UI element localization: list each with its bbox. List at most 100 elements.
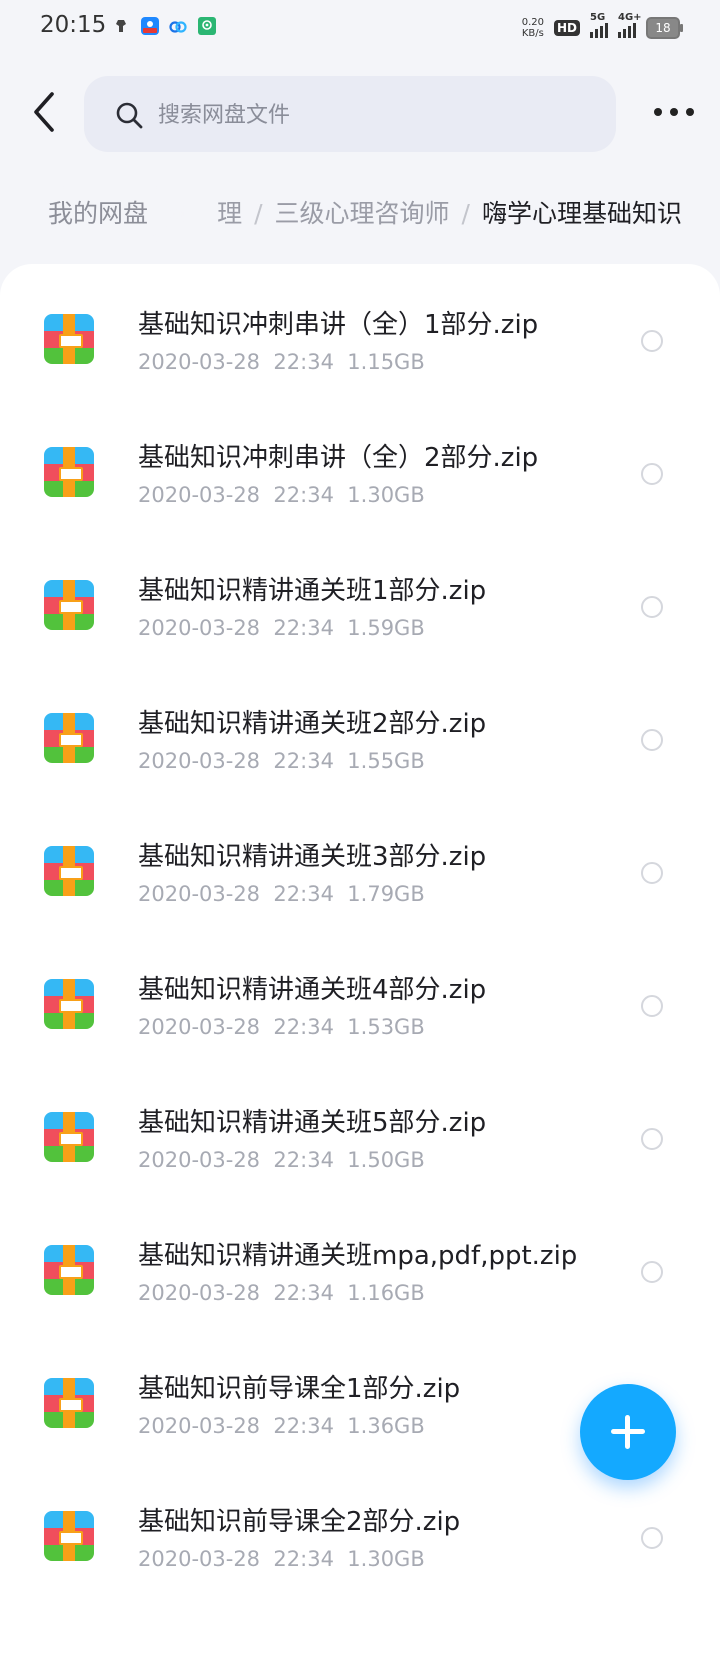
zip-archive-icon — [44, 314, 94, 364]
sim2-label: 4G+ — [618, 12, 642, 23]
zip-archive-icon — [44, 1245, 94, 1295]
file-date: 2020-03-28 — [138, 1015, 261, 1039]
file-row[interactable]: 基础知识精讲通关班mpa,pdf,ppt.zip 2020-03-28 22:3… — [0, 1195, 720, 1328]
net-speed-value: 0.20 — [521, 17, 544, 28]
file-size: 1.53GB — [347, 1015, 425, 1039]
file-meta: 2020-03-28 22:34 1.30GB — [138, 483, 425, 507]
file-meta: 2020-03-28 22:34 1.30GB — [138, 1547, 425, 1571]
breadcrumb-item[interactable]: 理 — [217, 199, 242, 228]
zip-archive-icon — [44, 713, 94, 763]
file-size: 1.30GB — [347, 1547, 425, 1571]
file-meta: 2020-03-28 22:34 1.36GB — [138, 1414, 425, 1438]
search-icon — [116, 102, 143, 129]
select-radio[interactable] — [641, 1128, 663, 1150]
hd-badge: HD — [553, 20, 580, 36]
file-name: 基础知识前导课全1部分.zip — [138, 1374, 461, 1404]
file-meta: 2020-03-28 22:34 1.53GB — [138, 1015, 425, 1039]
file-meta: 2020-03-28 22:34 1.59GB — [138, 616, 425, 640]
breadcrumb-home[interactable]: 我的网盘 — [32, 192, 165, 236]
file-row[interactable]: 基础知识前导课全2部分.zip 2020-03-28 22:34 1.30GB — [0, 1461, 720, 1594]
select-radio[interactable] — [641, 596, 663, 618]
file-time: 22:34 — [273, 1547, 334, 1571]
file-date: 2020-03-28 — [138, 1547, 261, 1571]
breadcrumb: 理 / 三级心理咨询师 / 嗨学心理基础知识 我的网盘 — [0, 186, 720, 242]
file-row[interactable]: 基础知识精讲通关班4部分.zip 2020-03-28 22:34 1.53GB — [0, 929, 720, 1062]
file-name: 基础知识精讲通关班1部分.zip — [138, 576, 487, 606]
file-row[interactable]: 基础知识冲刺串讲（全）1部分.zip 2020-03-28 22:34 1.15… — [0, 264, 720, 397]
file-name: 基础知识冲刺串讲（全）1部分.zip — [138, 310, 539, 340]
file-meta: 2020-03-28 22:34 1.55GB — [138, 749, 425, 773]
signal-5g-icon: 5G — [590, 12, 608, 38]
chevron-left-icon — [34, 92, 54, 132]
file-size: 1.55GB — [347, 749, 425, 773]
file-date: 2020-03-28 — [138, 882, 261, 906]
file-row[interactable]: 基础知识精讲通关班5部分.zip 2020-03-28 22:34 1.50GB — [0, 1062, 720, 1195]
file-row[interactable]: 基础知识冲刺串讲（全）2部分.zip 2020-03-28 22:34 1.30… — [0, 397, 720, 530]
more-dot — [686, 108, 694, 116]
select-radio[interactable] — [641, 1261, 663, 1283]
search-input[interactable] — [156, 90, 590, 140]
select-radio[interactable] — [641, 862, 663, 884]
breadcrumb-item[interactable]: 三级心理咨询师 — [275, 199, 450, 228]
breadcrumb-path: 理 / 三级心理咨询师 / 嗨学心理基础知识 — [217, 194, 682, 230]
status-bar: 20:15 0.20 KB/s HD 5G 4G+ 18 — [0, 0, 720, 56]
file-time: 22:34 — [273, 749, 334, 773]
file-row[interactable]: 基础知识精讲通关班3部分.zip 2020-03-28 22:34 1.79GB — [0, 796, 720, 929]
back-button[interactable] — [26, 88, 66, 136]
file-size: 1.36GB — [347, 1414, 425, 1438]
baidu-netdisk-app-icon — [169, 21, 187, 33]
file-row[interactable]: 基础知识精讲通关班1部分.zip 2020-03-28 22:34 1.59GB — [0, 530, 720, 663]
zip-archive-icon — [44, 1112, 94, 1162]
file-date: 2020-03-28 — [138, 483, 261, 507]
battery-icon: 18 — [646, 17, 683, 39]
file-time: 22:34 — [273, 350, 334, 374]
breadcrumb-separator: / — [254, 199, 263, 228]
file-name: 基础知识精讲通关班mpa,pdf,ppt.zip — [138, 1241, 578, 1271]
zip-archive-icon — [44, 979, 94, 1029]
file-date: 2020-03-28 — [138, 350, 261, 374]
file-time: 22:34 — [273, 1015, 334, 1039]
wifi-app-icon — [198, 17, 216, 35]
file-time: 22:34 — [273, 882, 334, 906]
file-name: 基础知识精讲通关班3部分.zip — [138, 842, 487, 872]
zip-archive-icon — [44, 580, 94, 630]
select-radio[interactable] — [641, 463, 663, 485]
file-name: 基础知识冲刺串讲（全）2部分.zip — [138, 443, 539, 473]
header — [0, 72, 720, 152]
zip-archive-icon — [44, 1511, 94, 1561]
add-button[interactable] — [580, 1384, 676, 1480]
select-radio[interactable] — [641, 729, 663, 751]
file-time: 22:34 — [273, 1281, 334, 1305]
file-meta: 2020-03-28 22:34 1.50GB — [138, 1148, 425, 1172]
zip-archive-icon — [44, 447, 94, 497]
notification-app-icon — [116, 20, 126, 32]
select-radio[interactable] — [641, 1527, 663, 1549]
breadcrumb-separator: / — [461, 199, 470, 228]
file-size: 1.79GB — [347, 882, 425, 906]
file-size: 1.59GB — [347, 616, 425, 640]
file-date: 2020-03-28 — [138, 1414, 261, 1438]
file-size: 1.30GB — [347, 483, 425, 507]
file-date: 2020-03-28 — [138, 616, 261, 640]
file-meta: 2020-03-28 22:34 1.79GB — [138, 882, 425, 906]
search-box[interactable] — [84, 76, 616, 152]
more-options-button[interactable] — [654, 100, 694, 124]
net-speed: 0.20 KB/s — [522, 17, 544, 39]
select-radio[interactable] — [641, 330, 663, 352]
zip-archive-icon — [44, 1378, 94, 1428]
zip-archive-icon — [44, 846, 94, 896]
file-name: 基础知识精讲通关班4部分.zip — [138, 975, 487, 1005]
status-time: 20:15 — [40, 12, 107, 38]
cloud-app-icon — [141, 17, 159, 35]
file-date: 2020-03-28 — [138, 1281, 261, 1305]
file-row[interactable]: 基础知识精讲通关班2部分.zip 2020-03-28 22:34 1.55GB — [0, 663, 720, 796]
file-time: 22:34 — [273, 616, 334, 640]
file-meta: 2020-03-28 22:34 1.15GB — [138, 350, 425, 374]
file-time: 22:34 — [273, 1148, 334, 1172]
file-date: 2020-03-28 — [138, 1148, 261, 1172]
file-time: 22:34 — [273, 1414, 334, 1438]
more-dot — [654, 108, 662, 116]
file-size: 1.50GB — [347, 1148, 425, 1172]
select-radio[interactable] — [641, 995, 663, 1017]
more-dot — [670, 108, 678, 116]
